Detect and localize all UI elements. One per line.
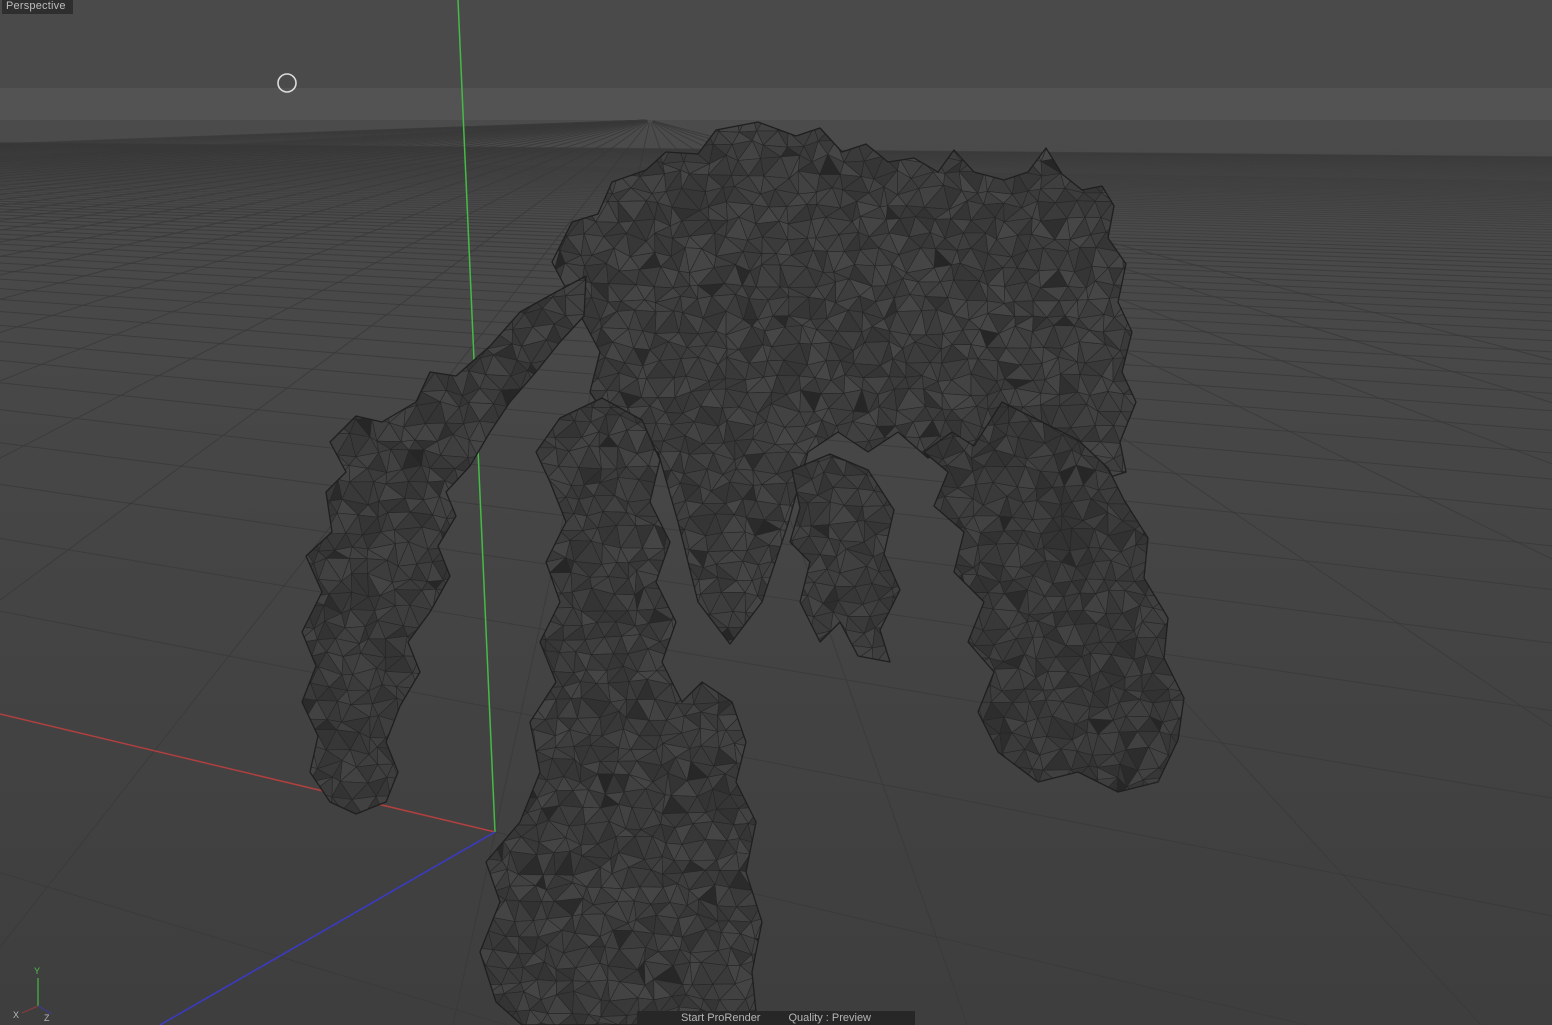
gizmo-x-axis	[21, 1005, 39, 1014]
status-render-hint: Start ProRender	[680, 1012, 761, 1024]
view-label: Perspective	[2, 0, 73, 14]
status-bar: Start ProRender Quality : Preview	[636, 1011, 916, 1025]
status-quality: Quality : Preview	[788, 1012, 872, 1024]
axis-gizmo: Y X Z	[13, 966, 53, 1022]
sky	[0, 0, 1552, 88]
gizmo-z-label: Z	[44, 1013, 50, 1022]
gizmo-x-label: X	[13, 1010, 19, 1020]
horizon-band	[0, 88, 1552, 120]
gizmo-y-label: Y	[34, 966, 40, 976]
scene-canvas[interactable]	[0, 0, 1552, 1025]
viewport-perspective[interactable]: Perspective Y X Z Start ProRender Qualit…	[0, 0, 1552, 1025]
